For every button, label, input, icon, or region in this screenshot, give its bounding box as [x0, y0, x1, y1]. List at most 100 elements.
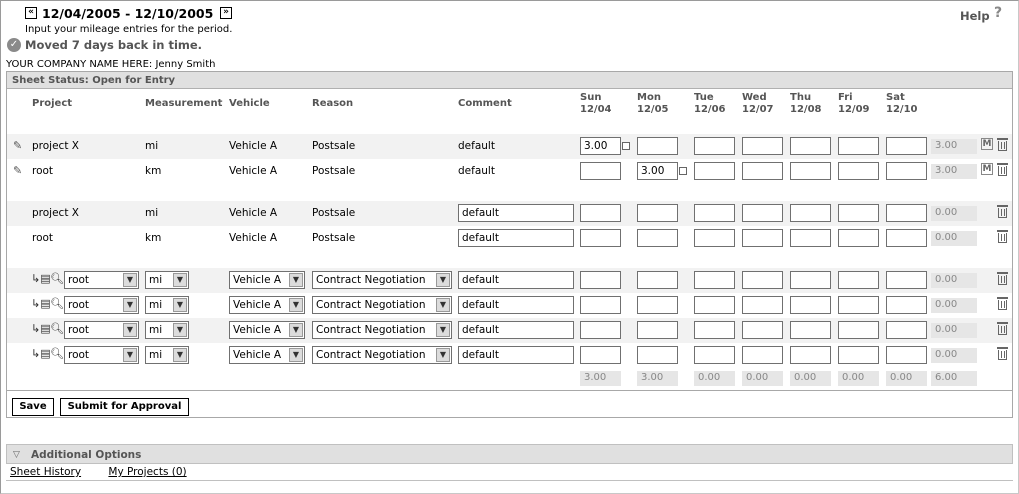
trash-icon[interactable]: [997, 297, 1008, 310]
measurement-select[interactable]: mi ▼: [145, 296, 189, 314]
day-input-thu[interactable]: [790, 271, 831, 289]
trash-icon[interactable]: [997, 138, 1008, 151]
day-input-sun[interactable]: [580, 321, 621, 339]
memo-badge[interactable]: M: [981, 138, 993, 150]
copy-row-icon[interactable]: ↳▤: [31, 347, 51, 360]
measurement-select[interactable]: mi ▼: [145, 321, 189, 339]
magnifier-icon[interactable]: 🔍︎: [50, 297, 64, 310]
day-input-sat[interactable]: [886, 204, 927, 222]
trash-icon[interactable]: [997, 205, 1008, 218]
day-input-wed[interactable]: [742, 229, 783, 247]
help-icon[interactable]: ?: [994, 5, 1002, 21]
day-input-thu[interactable]: [790, 204, 831, 222]
comment-input[interactable]: default: [458, 296, 574, 314]
day-input-mon[interactable]: [637, 296, 678, 314]
day-input-fri[interactable]: [838, 346, 879, 364]
day-input-sat[interactable]: [886, 162, 927, 180]
memo-badge[interactable]: M: [981, 163, 993, 175]
magnifier-icon[interactable]: 🔍︎: [50, 347, 64, 360]
reason-select[interactable]: Contract Negotiation ▼: [312, 296, 452, 314]
day-input-sun[interactable]: [580, 162, 621, 180]
day-input-sat[interactable]: [886, 271, 927, 289]
project-select[interactable]: root ▼: [64, 271, 139, 289]
day-input-wed[interactable]: [742, 204, 783, 222]
day-input-fri[interactable]: [838, 296, 879, 314]
save-button[interactable]: Save: [12, 398, 54, 416]
vehicle-select[interactable]: Vehicle A ▼: [229, 296, 305, 314]
note-icon[interactable]: [679, 167, 687, 175]
day-input-tue[interactable]: [694, 229, 735, 247]
day-input-sat[interactable]: [886, 229, 927, 247]
day-input-fri[interactable]: [838, 321, 879, 339]
day-input-mon[interactable]: [637, 204, 678, 222]
sheet-history-link[interactable]: Sheet History: [10, 466, 81, 478]
project-select[interactable]: root ▼: [64, 346, 139, 364]
day-input-mon[interactable]: [637, 229, 678, 247]
trash-icon[interactable]: [997, 347, 1008, 360]
day-input-tue[interactable]: [694, 346, 735, 364]
magnifier-icon[interactable]: 🔍︎: [50, 272, 64, 285]
measurement-select[interactable]: mi ▼: [145, 346, 189, 364]
reason-select[interactable]: Contract Negotiation ▼: [312, 321, 452, 339]
measurement-select[interactable]: mi ▼: [145, 271, 189, 289]
day-input-tue[interactable]: [694, 321, 735, 339]
day-input-mon[interactable]: [637, 321, 678, 339]
my-projects-link[interactable]: My Projects (0): [108, 466, 186, 478]
project-select[interactable]: root ▼: [64, 296, 139, 314]
reason-select[interactable]: Contract Negotiation ▼: [312, 271, 452, 289]
day-input-sun[interactable]: [580, 346, 621, 364]
day-input-mon[interactable]: [637, 346, 678, 364]
day-input-wed[interactable]: [742, 321, 783, 339]
day-input-tue[interactable]: [694, 204, 735, 222]
help-link[interactable]: Help: [960, 9, 990, 23]
day-input-sun[interactable]: [580, 229, 621, 247]
comment-input[interactable]: default: [458, 321, 574, 339]
day-input-sun[interactable]: [580, 271, 621, 289]
day-input-mon[interactable]: 3.00: [637, 162, 678, 180]
vehicle-select[interactable]: Vehicle A ▼: [229, 321, 305, 339]
day-input-sun[interactable]: 3.00: [580, 137, 621, 155]
day-input-fri[interactable]: [838, 229, 879, 247]
pencil-icon[interactable]: ✎: [13, 139, 22, 152]
trash-icon[interactable]: [997, 272, 1008, 285]
copy-row-icon[interactable]: ↳▤: [31, 322, 51, 335]
trash-icon[interactable]: [997, 230, 1008, 243]
comment-input[interactable]: default: [458, 204, 574, 222]
day-input-mon[interactable]: [637, 137, 678, 155]
day-input-wed[interactable]: [742, 296, 783, 314]
note-icon[interactable]: [622, 142, 630, 150]
trash-icon[interactable]: [997, 163, 1008, 176]
day-input-sat[interactable]: [886, 321, 927, 339]
day-input-thu[interactable]: [790, 137, 831, 155]
day-input-sat[interactable]: [886, 137, 927, 155]
pencil-icon[interactable]: ✎: [13, 164, 22, 177]
day-input-fri[interactable]: [838, 162, 879, 180]
day-input-tue[interactable]: [694, 137, 735, 155]
day-input-wed[interactable]: [742, 137, 783, 155]
day-input-fri[interactable]: [838, 137, 879, 155]
copy-row-icon[interactable]: ↳▤: [31, 272, 51, 285]
day-input-sat[interactable]: [886, 346, 927, 364]
prev-period-button[interactable]: «: [25, 7, 37, 19]
day-input-thu[interactable]: [790, 321, 831, 339]
day-input-wed[interactable]: [742, 271, 783, 289]
comment-input[interactable]: default: [458, 346, 574, 364]
day-input-sun[interactable]: [580, 296, 621, 314]
magnifier-icon[interactable]: 🔍︎: [50, 322, 64, 335]
trash-icon[interactable]: [997, 322, 1008, 335]
day-input-thu[interactable]: [790, 346, 831, 364]
day-input-thu[interactable]: [790, 296, 831, 314]
day-input-tue[interactable]: [694, 271, 735, 289]
vehicle-select[interactable]: Vehicle A ▼: [229, 271, 305, 289]
day-input-thu[interactable]: [790, 229, 831, 247]
day-input-tue[interactable]: [694, 162, 735, 180]
comment-input[interactable]: default: [458, 271, 574, 289]
day-input-thu[interactable]: [790, 162, 831, 180]
comment-input[interactable]: default: [458, 229, 574, 247]
copy-row-icon[interactable]: ↳▤: [31, 297, 51, 310]
day-input-fri[interactable]: [838, 271, 879, 289]
day-input-wed[interactable]: [742, 346, 783, 364]
day-input-wed[interactable]: [742, 162, 783, 180]
day-input-sat[interactable]: [886, 296, 927, 314]
next-period-button[interactable]: »: [220, 7, 232, 19]
